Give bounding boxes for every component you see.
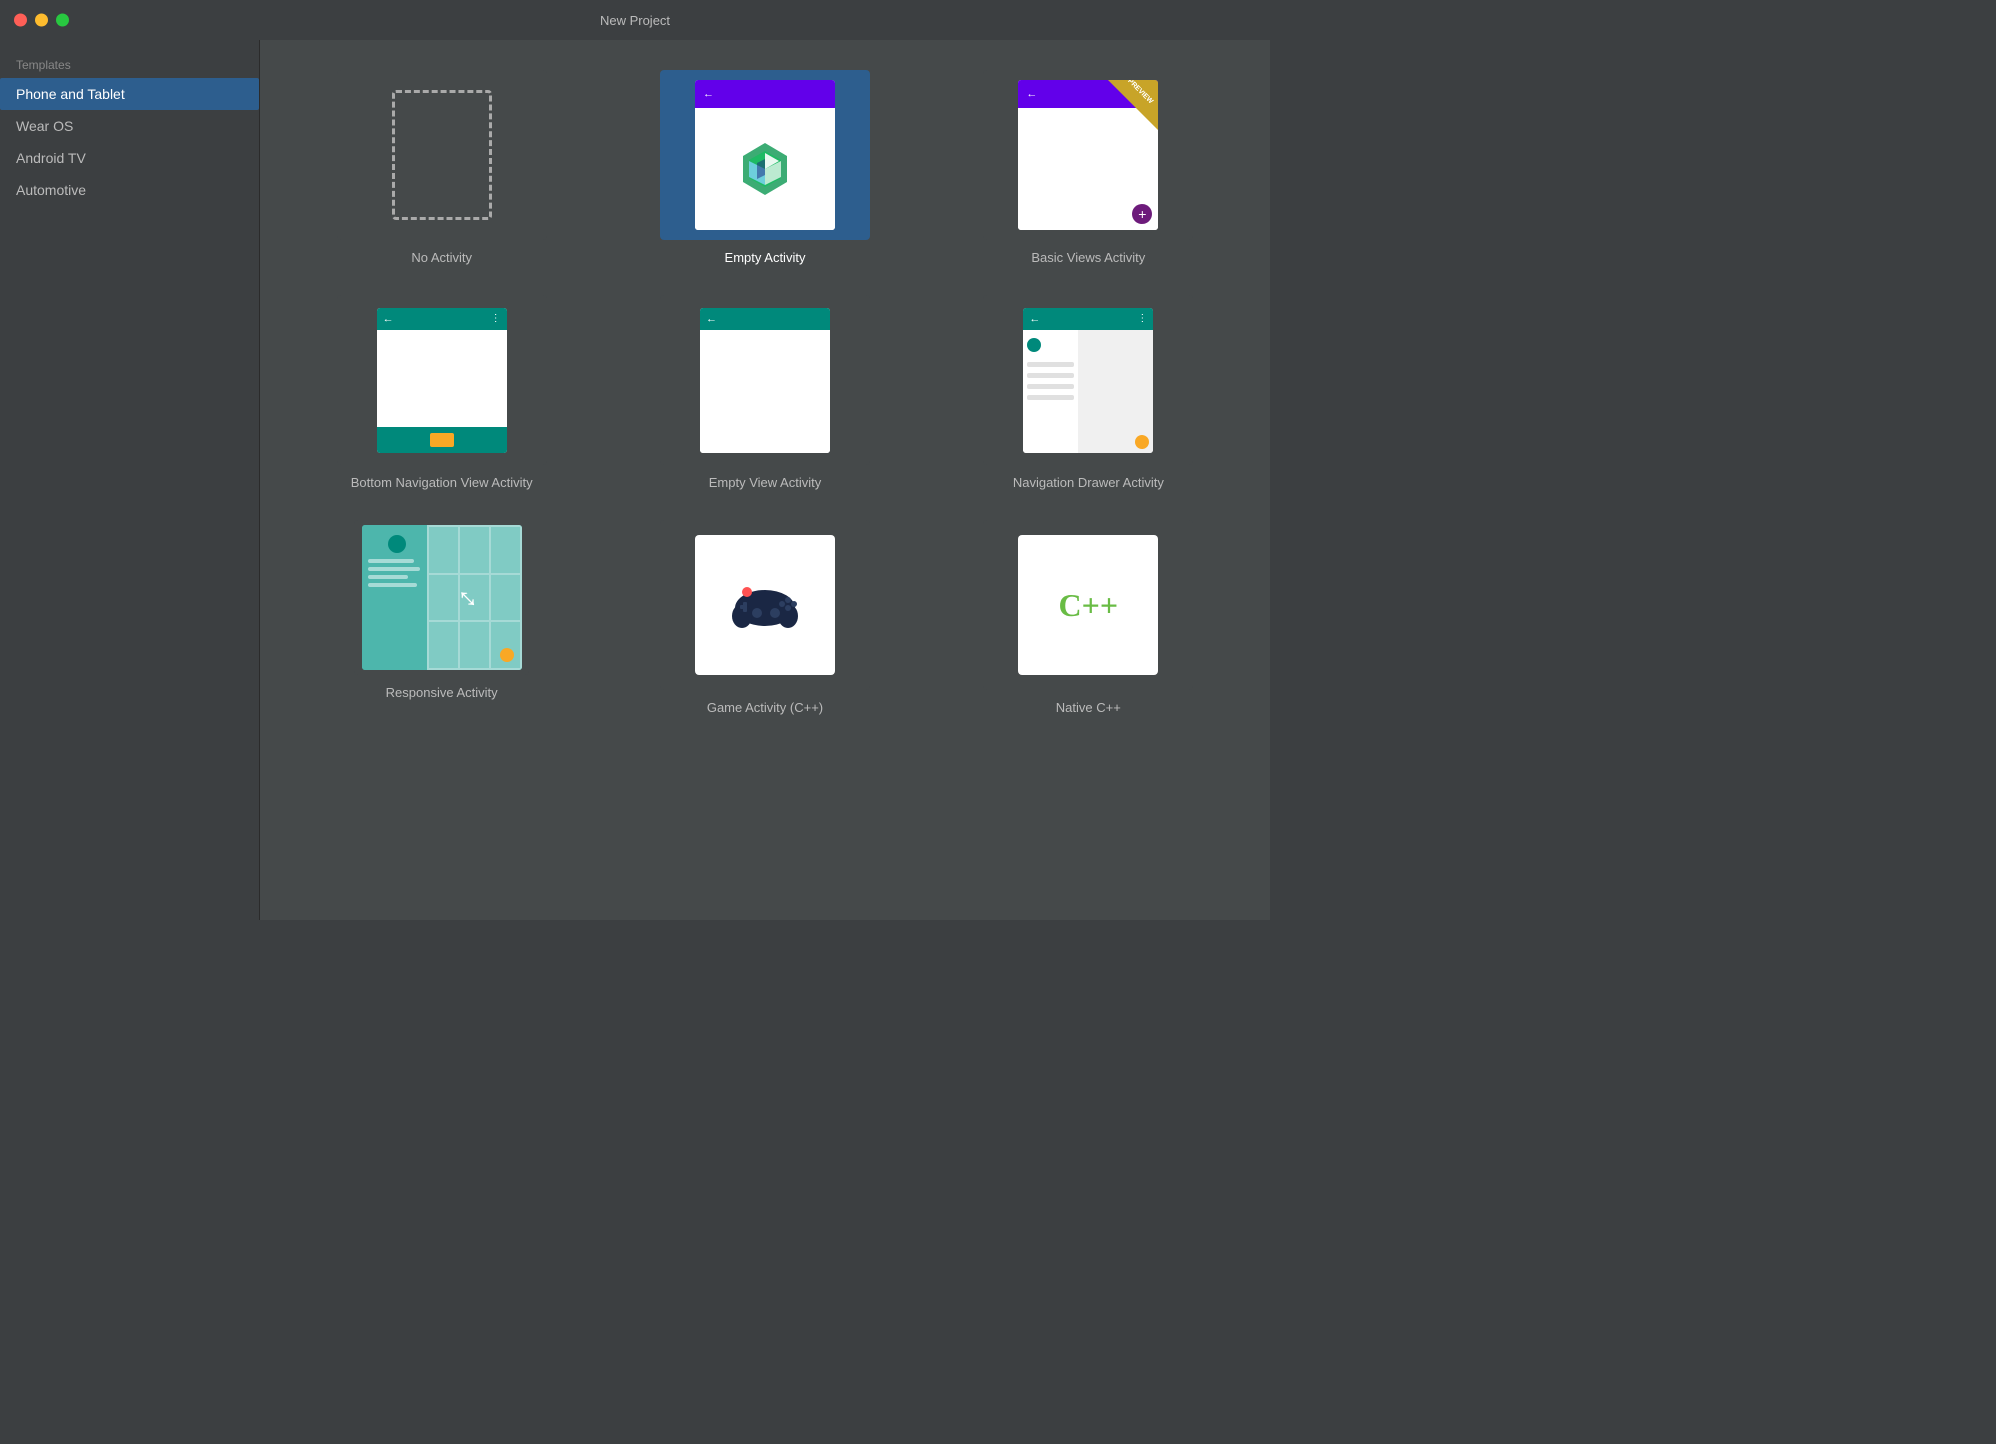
bna-back-arrow: ← — [383, 313, 394, 325]
nda-main — [1078, 330, 1153, 453]
bottom-nav-phone-mockup: ← ⋮ — [377, 308, 507, 453]
nda-item-3 — [1027, 384, 1074, 389]
template-game-activity[interactable]: Game Activity (C++) — [623, 520, 906, 715]
nav-drawer-phone-mockup: ← ⋮ — [1023, 308, 1153, 453]
empty-view-label: Empty View Activity — [709, 475, 821, 490]
title-bar: New Project — [0, 0, 1270, 40]
eva-body — [700, 330, 830, 453]
no-activity-label: No Activity — [411, 250, 472, 265]
ea-header: ← — [695, 80, 835, 108]
ra-cell-1 — [428, 526, 459, 574]
template-no-activity[interactable]: No Activity — [300, 70, 583, 265]
basic-views-card[interactable]: ← + PREVIEW — [983, 70, 1193, 240]
bottom-nav-card[interactable]: ← ⋮ — [337, 295, 547, 465]
ra-cell-7 — [428, 621, 459, 669]
window-title: New Project — [600, 13, 670, 28]
ra-fab — [500, 648, 514, 662]
template-native-cpp[interactable]: C++ Native C++ — [947, 520, 1230, 715]
template-grid: No Activity ← — [300, 70, 1230, 715]
sidebar-item-wear-os[interactable]: Wear OS — [0, 110, 259, 142]
sidebar: Templates Phone and Tablet Wear OS Andro… — [0, 40, 260, 920]
no-activity-dashed-border — [392, 90, 492, 220]
eva-header: ← — [700, 308, 830, 330]
bva-back-arrow: ← — [1026, 88, 1037, 100]
nda-avatar — [1027, 338, 1041, 352]
empty-activity-card[interactable]: ← — [660, 70, 870, 240]
preview-text: PREVIEW — [1126, 80, 1154, 105]
native-cpp-label: Native C++ — [1056, 700, 1121, 715]
template-responsive[interactable]: ↕ Responsive Activity — [300, 520, 583, 715]
ra-line-2 — [368, 567, 420, 571]
nda-item-4 — [1027, 395, 1074, 400]
eva-back-arrow: ← — [706, 313, 717, 325]
nav-drawer-label: Navigation Drawer Activity — [1013, 475, 1164, 490]
ea-body — [695, 108, 835, 230]
ra-line-4 — [368, 583, 417, 587]
empty-view-card[interactable]: ← — [660, 295, 870, 465]
empty-activity-phone-mockup: ← — [695, 80, 835, 230]
minimize-button[interactable] — [35, 14, 48, 27]
sidebar-item-android-tv[interactable]: Android TV — [0, 142, 259, 174]
ra-avatar — [388, 535, 406, 553]
empty-activity-label: Empty Activity — [725, 250, 806, 265]
bna-yellow-bar — [430, 433, 454, 447]
ra-cell-3 — [490, 526, 521, 574]
template-empty-activity[interactable]: ← — [623, 70, 906, 265]
ra-cell-8 — [459, 621, 490, 669]
ra-cell-6 — [490, 574, 521, 622]
template-empty-view[interactable]: ← Empty View Activity — [623, 295, 906, 490]
bna-body — [377, 330, 507, 427]
native-cpp-card[interactable]: C++ — [983, 520, 1193, 690]
ea-back-arrow: ← — [703, 88, 714, 100]
sidebar-item-automotive[interactable]: Automotive — [0, 174, 259, 206]
template-nav-drawer[interactable]: ← ⋮ — [947, 295, 1230, 490]
nda-item-1 — [1027, 362, 1074, 367]
nda-body — [1023, 330, 1153, 453]
sidebar-section-label: Templates — [0, 50, 259, 78]
ra-cell-2 — [459, 526, 490, 574]
window-controls — [14, 14, 69, 27]
main-layout: Templates Phone and Tablet Wear OS Andro… — [0, 40, 1270, 920]
ra-line-3 — [368, 575, 409, 579]
nda-fab — [1135, 435, 1149, 449]
bna-header: ← ⋮ — [377, 308, 507, 330]
preview-badge: PREVIEW — [1108, 80, 1158, 130]
template-bottom-nav[interactable]: ← ⋮ Bottom Navigation View Activity — [300, 295, 583, 490]
no-activity-card[interactable] — [337, 70, 547, 240]
bottom-nav-label: Bottom Navigation View Activity — [351, 475, 533, 490]
ra-cell-4 — [428, 574, 459, 622]
game-activity-card[interactable] — [660, 520, 870, 690]
empty-view-phone-mockup: ← — [700, 308, 830, 453]
close-button[interactable] — [14, 14, 27, 27]
sidebar-item-phone-tablet[interactable]: Phone and Tablet — [0, 78, 259, 110]
nda-dots: ⋮ — [1137, 313, 1147, 324]
responsive-card[interactable]: ↕ — [354, 520, 529, 675]
nda-header: ← ⋮ — [1023, 308, 1153, 330]
native-cpp-inner: C++ — [1018, 535, 1158, 675]
content-area: No Activity ← — [260, 40, 1270, 920]
ra-left-panel — [362, 525, 432, 670]
responsive-label: Responsive Activity — [386, 685, 498, 700]
bva-fab: + — [1132, 204, 1152, 224]
bna-footer — [377, 427, 507, 453]
template-basic-views[interactable]: ← + PREVIEW Basic Views Activity — [947, 70, 1230, 265]
maximize-button[interactable] — [56, 14, 69, 27]
basic-views-label: Basic Views Activity — [1031, 250, 1145, 265]
game-activity-label: Game Activity (C++) — [707, 700, 823, 715]
nda-back-arrow: ← — [1029, 313, 1040, 325]
nda-drawer — [1023, 330, 1078, 453]
game-card-inner — [695, 535, 835, 675]
game-controller-icon — [730, 578, 800, 633]
nda-item-2 — [1027, 373, 1074, 378]
ra-line-1 — [368, 559, 414, 563]
cpp-icon: C++ — [1059, 587, 1119, 624]
responsive-phone-mockup: ↕ — [362, 525, 522, 670]
basic-views-phone-mockup: ← + PREVIEW — [1018, 80, 1158, 230]
bna-dots: ⋮ — [491, 313, 501, 324]
nav-drawer-card[interactable]: ← ⋮ — [983, 295, 1193, 465]
android-studio-icon — [735, 139, 795, 199]
